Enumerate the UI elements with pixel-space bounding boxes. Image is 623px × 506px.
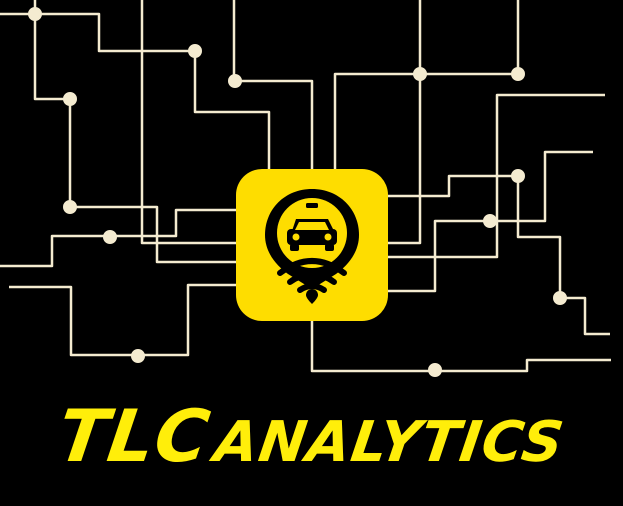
station-node	[511, 169, 525, 183]
station-node	[103, 230, 117, 244]
station-node	[553, 291, 567, 305]
brand-word: TLC	[52, 394, 216, 478]
station-node	[63, 200, 77, 214]
network-line	[232, 0, 314, 169]
station-node	[428, 363, 442, 377]
network-line	[388, 74, 422, 245]
network-line	[0, 12, 271, 175]
station-node	[63, 92, 77, 106]
station-node	[483, 214, 497, 228]
network-line	[33, 0, 236, 264]
station-node	[131, 349, 145, 363]
station-node	[228, 74, 242, 88]
network-line	[388, 174, 610, 336]
station-node	[511, 67, 525, 81]
station-node	[188, 44, 202, 58]
station-node	[413, 67, 427, 81]
network-line	[0, 208, 236, 268]
station-node	[28, 7, 42, 21]
app-icon	[236, 169, 388, 321]
network-line	[333, 72, 518, 169]
network-line	[9, 283, 236, 357]
product-word: analytics	[210, 410, 569, 475]
network-line	[310, 321, 611, 373]
taxi-location-pin-icon	[265, 189, 359, 304]
logo-title: TLC analytics	[0, 386, 623, 486]
